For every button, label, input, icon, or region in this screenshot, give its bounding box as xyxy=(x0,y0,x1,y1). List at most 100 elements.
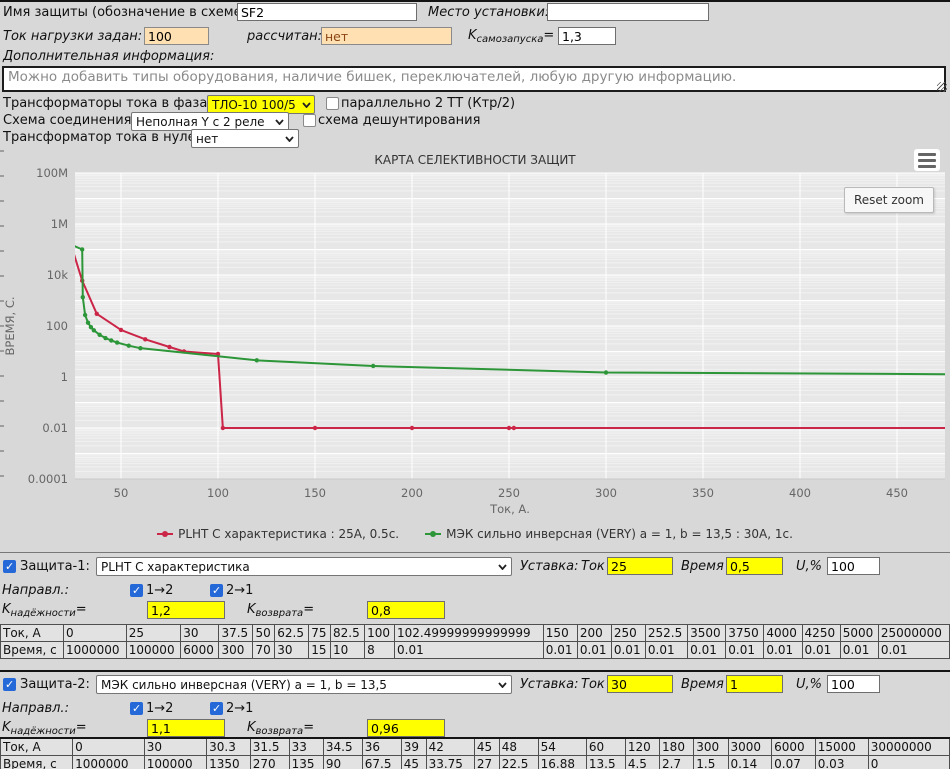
protection-1-u-input[interactable] xyxy=(827,557,880,575)
data-point-marker xyxy=(143,337,147,341)
ct-neutral-select[interactable]: нет xyxy=(191,129,299,148)
cell: 34.5 xyxy=(323,738,362,756)
k-selfstart-input[interactable] xyxy=(558,27,616,45)
cell: 25 xyxy=(126,625,181,642)
cell: 30 xyxy=(144,738,206,756)
protection-name-input[interactable] xyxy=(237,3,417,21)
protection-1-current-input[interactable] xyxy=(607,557,673,575)
current-label: Ток xyxy=(581,559,605,574)
k-reliability-label: Kнадёжности= xyxy=(2,720,87,735)
separator xyxy=(0,670,950,672)
cell: 45 xyxy=(474,738,499,756)
row-header: Время, с xyxy=(1,756,73,769)
legend-item[interactable]: PLHT C характеристика : 25A, 0.5с. xyxy=(157,527,399,541)
protection-1-time-input[interactable] xyxy=(726,557,783,575)
protection-2-dir-2-1-checkbox[interactable] xyxy=(210,702,223,715)
cell: 33 xyxy=(289,738,323,756)
cell: 75 xyxy=(309,625,331,642)
location-label: Место установки: xyxy=(428,5,549,20)
table-row: Ток, А0253037.55062.57582.5100102.499999… xyxy=(1,625,950,642)
dir-1-2-label: 1→2 xyxy=(146,701,173,716)
cell: 25000000 xyxy=(878,625,949,642)
cell: 33.75 xyxy=(426,756,474,769)
protection-2-time-input[interactable] xyxy=(726,675,783,693)
load-current-input[interactable] xyxy=(144,27,209,45)
location-input[interactable] xyxy=(547,3,709,21)
data-point-marker xyxy=(507,426,511,430)
protection-2-dir-1-2-checkbox[interactable] xyxy=(130,702,143,715)
time-label: Время xyxy=(681,559,724,574)
protection-1-dir-1-2-checkbox[interactable] xyxy=(130,584,143,597)
chevron-down-icon xyxy=(498,564,507,570)
protection-2-u-input[interactable] xyxy=(827,675,880,693)
cell: 135 xyxy=(289,756,323,769)
legend-item[interactable]: МЭК сильно инверсная (VERY) a = 1, b = 1… xyxy=(425,527,793,541)
deshunt-checkbox[interactable] xyxy=(303,114,316,127)
cell: 54 xyxy=(538,738,586,756)
protection-1-k-return-input[interactable] xyxy=(367,601,445,619)
cell: 6000 xyxy=(772,738,816,756)
cell: 5000 xyxy=(840,625,878,642)
protection-2-select[interactable]: МЭК сильно инверсная (VERY) a = 1, b = 1… xyxy=(96,675,512,694)
cell: 67.5 xyxy=(362,756,401,769)
x-tick-label: 250 xyxy=(498,486,520,500)
protection-1-select[interactable]: PLHT C характеристика xyxy=(96,557,512,576)
calculated-label: рассчитан: xyxy=(247,29,322,44)
protection-1-k-reliability-input[interactable] xyxy=(147,601,225,619)
protection-2-k-reliability-input[interactable] xyxy=(147,719,225,737)
protection-2-enabled-checkbox[interactable] xyxy=(3,678,16,691)
cell: 0.01 xyxy=(645,642,687,659)
cell: 0.01 xyxy=(840,642,878,659)
cell: 60 xyxy=(586,738,625,756)
chart-title: КАРТА СЕЛЕКТИВНОСТИ ЗАЩИТ xyxy=(0,153,950,167)
scheme-label: Схема соединения: xyxy=(3,113,136,128)
cell: 45 xyxy=(401,756,426,769)
protection-1-enabled-checkbox[interactable] xyxy=(3,560,16,573)
cell: 90 xyxy=(323,756,362,769)
cell: 300 xyxy=(694,738,728,756)
reset-zoom-button[interactable]: Reset zoom xyxy=(844,187,934,213)
x-tick-label: 100 xyxy=(207,486,229,500)
x-axis-title: Ток, А. xyxy=(489,502,530,516)
data-point-marker xyxy=(512,426,516,430)
cell: 0.01 xyxy=(802,642,840,659)
cell: 15 xyxy=(309,642,331,659)
protection-2-current-input[interactable] xyxy=(607,675,673,693)
table-row: Время, с100000010000060003007030151080.0… xyxy=(1,642,950,659)
cell: 0.01 xyxy=(543,642,577,659)
protection-name-label: Имя защиты (обозначение в схеме): xyxy=(3,5,251,20)
row-header: Время, с xyxy=(1,642,64,659)
cell: 250 xyxy=(611,625,645,642)
protection-2-k-return-input[interactable] xyxy=(367,719,445,737)
u-label: U,% xyxy=(796,559,822,574)
cell: 4250 xyxy=(802,625,840,642)
cell: 0.01 xyxy=(395,642,544,659)
cell: 6000 xyxy=(181,642,219,659)
parallel-ct-checkbox[interactable] xyxy=(326,97,339,110)
data-point-marker xyxy=(127,344,131,348)
cell: 30 xyxy=(181,625,219,642)
chart-plot[interactable]: 50100150200250300350400450100M1M10k10010… xyxy=(0,147,950,549)
cell: 1.5 xyxy=(694,756,728,769)
separator xyxy=(0,552,950,553)
calculated-input[interactable] xyxy=(321,27,452,45)
cell: 0 xyxy=(64,625,127,642)
protection-2-table: Ток, А03030.331.53334.536394245485460120… xyxy=(0,737,950,769)
protection-1-dir-2-1-checkbox[interactable] xyxy=(210,584,223,597)
textarea-resize-handle[interactable] xyxy=(937,82,947,92)
chart-menu-icon[interactable] xyxy=(914,149,940,171)
legend-marker-icon xyxy=(425,533,441,535)
cell: 50 xyxy=(253,625,275,642)
cell: 82.5 xyxy=(331,625,365,642)
deshunt-label: схема дешунтирования xyxy=(318,113,480,128)
cell: 30 xyxy=(275,642,309,659)
cell: 0.01 xyxy=(878,642,949,659)
cell: 13.5 xyxy=(586,756,625,769)
extra-info-textarea[interactable] xyxy=(2,66,946,92)
cell: 30000000 xyxy=(868,738,949,756)
protection-2-label: Защита-2: xyxy=(20,677,90,692)
cell: 62.5 xyxy=(275,625,309,642)
cell: 48 xyxy=(499,738,538,756)
ct-neutral-label: Трансформатор тока в нуле: xyxy=(3,130,200,145)
cell: 42 xyxy=(426,738,474,756)
